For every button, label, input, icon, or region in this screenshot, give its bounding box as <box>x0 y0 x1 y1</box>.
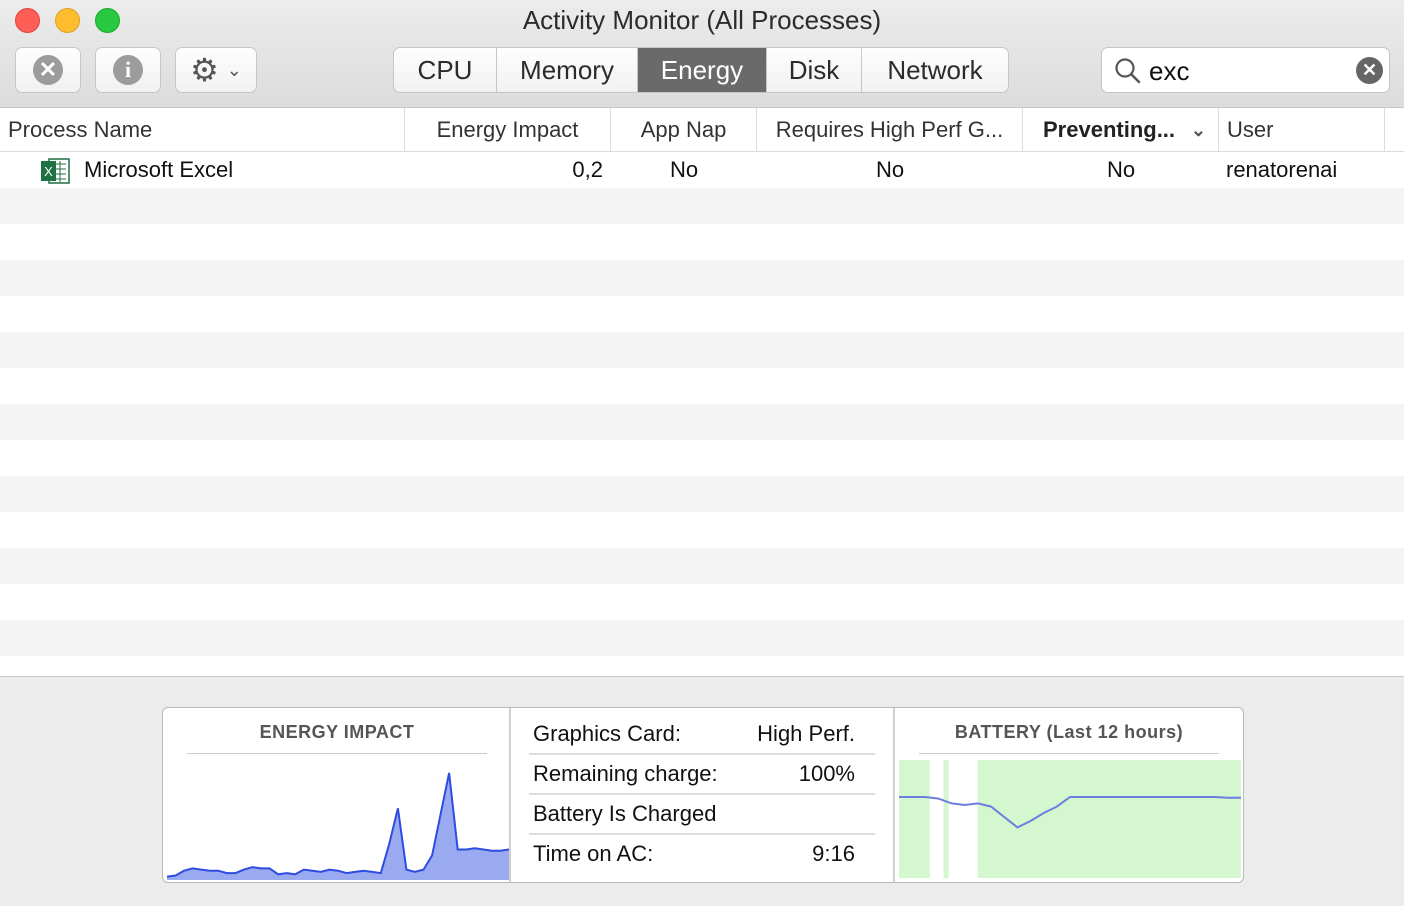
chart-gap-band <box>948 760 978 878</box>
time-on-ac-label: Time on AC: <box>533 841 654 866</box>
tab-memory[interactable]: Memory <box>497 48 638 92</box>
action-menu-button[interactable]: ⚙ ⌄ <box>175 47 257 93</box>
toolbar: Activity Monitor (All Processes) ✕ i ⚙ ⌄… <box>0 0 1404 108</box>
sort-descending-icon: ⌄ <box>1190 119 1206 140</box>
search-input[interactable]: exc <box>1149 56 1189 87</box>
time-on-ac-row: Time on AC: 9:16 <box>533 834 875 874</box>
clear-search-icon[interactable]: ✕ <box>1356 57 1383 84</box>
chart-area <box>167 772 509 880</box>
requires-high-perf-value: No <box>875 157 905 182</box>
view-tabs: CPU Memory Energy Disk Network <box>393 47 1009 93</box>
search-icon <box>1115 58 1141 84</box>
battery-stats-section: Graphics Card: High Perf. Remaining char… <box>511 708 895 882</box>
chart-gap-band <box>929 760 944 878</box>
chevron-down-icon: ⌄ <box>226 59 242 80</box>
user-value: renatorenai <box>1226 157 1338 182</box>
table-rows <box>0 152 1404 676</box>
battery-section: BATTERY (Last 12 hours) <box>895 708 1243 882</box>
remaining-charge-value: 100% <box>798 761 855 786</box>
gear-icon: ⚙ <box>190 52 219 88</box>
quit-process-button[interactable]: ✕ <box>15 47 81 93</box>
preventing-sleep-value: No <box>1106 157 1136 182</box>
window-title: Activity Monitor (All Processes) <box>522 5 882 35</box>
process-name: Microsoft Excel <box>84 157 234 182</box>
energy-impact-chart <box>167 772 509 880</box>
info-icon: i <box>113 55 143 85</box>
column-header-requires-high-perf[interactable]: Requires High Perf G... <box>757 108 1023 152</box>
energy-impact-title: ENERGY IMPACT <box>259 722 415 742</box>
column-header-user[interactable]: User <box>1219 108 1385 152</box>
column-header-preventing-sleep-label: Preventing... <box>1043 117 1176 142</box>
tab-disk[interactable]: Disk <box>767 48 862 92</box>
battery-title: BATTERY (Last 12 hours) <box>954 722 1184 742</box>
table-row[interactable]: X Microsoft Excel 0,2 No No No renatoren… <box>0 152 1404 188</box>
app-nap-value: No <box>669 157 699 182</box>
graphics-card-label: Graphics Card: <box>533 721 681 746</box>
remaining-charge-row: Remaining charge: 100% <box>533 754 875 794</box>
energy-impact-value: 0,2 <box>572 157 603 182</box>
summary-area: ENERGY IMPACT Graphics Card: High Perf. … <box>0 676 1404 906</box>
battery-status-row: Battery Is Charged <box>533 794 875 834</box>
tab-energy[interactable]: Energy <box>638 48 767 92</box>
close-icon: ✕ <box>33 55 63 85</box>
column-header-process-name[interactable]: Process Name <box>0 108 405 152</box>
column-header-energy-impact[interactable]: Energy Impact <box>405 108 611 152</box>
remaining-charge-label: Remaining charge: <box>533 761 718 786</box>
process-table: Process Name Energy Impact App Nap Requi… <box>0 108 1404 676</box>
battery-status-label: Battery Is Charged <box>533 801 717 826</box>
tab-network[interactable]: Network <box>862 48 1008 92</box>
battery-chart <box>899 760 1241 878</box>
tab-cpu[interactable]: CPU <box>394 48 497 92</box>
summary-panel: ENERGY IMPACT Graphics Card: High Perf. … <box>162 707 1244 883</box>
table-header: Process Name Energy Impact App Nap Requi… <box>0 108 1404 152</box>
search-field[interactable]: exc ✕ <box>1101 47 1390 93</box>
column-header-app-nap[interactable]: App Nap <box>611 108 757 152</box>
svg-text:X: X <box>44 164 53 179</box>
graphics-card-row: Graphics Card: High Perf. <box>533 714 875 754</box>
graphics-card-value: High Perf. <box>757 721 855 746</box>
column-header-preventing-sleep[interactable]: Preventing... ⌄ <box>1023 108 1219 152</box>
inspect-process-button[interactable]: i <box>95 47 161 93</box>
energy-impact-section: ENERGY IMPACT <box>163 708 511 882</box>
excel-icon: X <box>41 158 70 184</box>
time-on-ac-value: 9:16 <box>812 841 855 866</box>
